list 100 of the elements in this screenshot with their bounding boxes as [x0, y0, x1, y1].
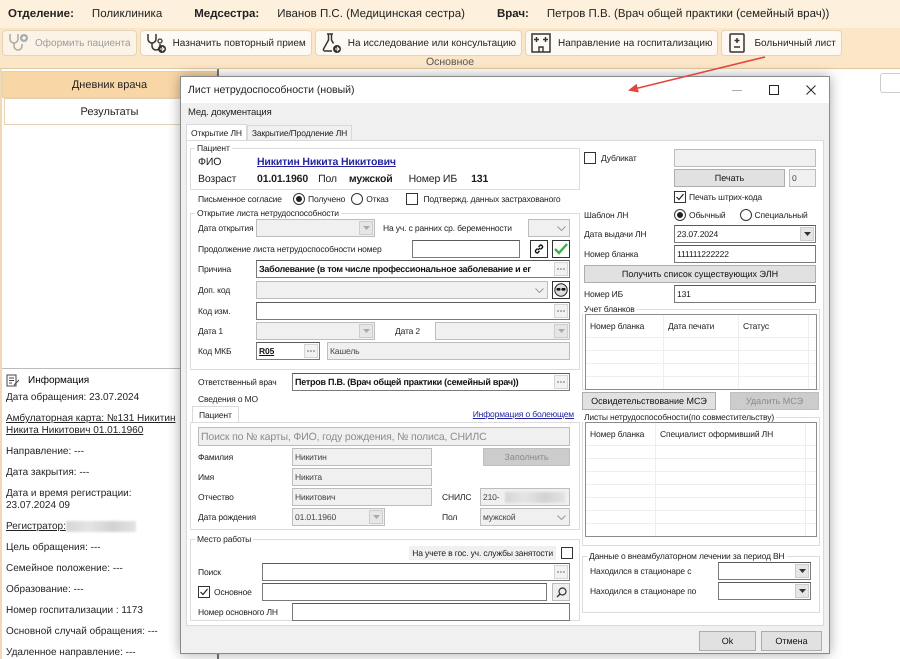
stethoscope-icon	[144, 32, 167, 54]
group-title: Учет бланков	[583, 304, 636, 314]
radio-button[interactable]	[351, 193, 364, 205]
text-field[interactable]	[412, 240, 520, 258]
lookup-field[interactable]: Заболевание (в том числе профессиональное заболевание и ег	[256, 260, 570, 278]
confirm-button[interactable]	[552, 240, 570, 258]
field-label: Имя	[198, 472, 214, 482]
column-header: Специалист оформивший ЛН	[660, 429, 774, 439]
search-button[interactable]	[552, 583, 570, 601]
lookup-field[interactable]: Петров П.В. (Врач общей практики (семейный врач))	[292, 373, 570, 391]
info-text: Основной случай обращения: ---	[6, 626, 158, 638]
combo-box[interactable]	[718, 582, 811, 600]
tab[interactable]: Открытие ЛН	[186, 124, 247, 140]
checkbox-label: Печать штрих-кода	[689, 192, 762, 202]
column-header: Номер бланка	[590, 321, 644, 331]
check-icon	[554, 242, 568, 254]
group-title: Данные о внеамбулаторном лечении за период ВН	[588, 551, 786, 561]
lookup-field[interactable]: R05	[256, 342, 320, 360]
dropdown-arrow-icon	[798, 589, 806, 593]
ok-button[interactable]: Ok	[699, 631, 756, 651]
cancel-button[interactable]: Отмена	[761, 631, 822, 651]
combo-box[interactable]: 23.07.2024	[674, 225, 816, 243]
input-field[interactable]	[880, 73, 900, 93]
radio-button[interactable]	[674, 209, 686, 221]
group-title: Место работы	[196, 534, 252, 544]
field-label: Доп. код	[198, 285, 230, 295]
get-list-button[interactable]: Получить список существующих ЭЛН	[584, 265, 816, 283]
group-label: Основное	[426, 56, 474, 68]
sex-value: мужской	[348, 172, 393, 184]
field-label: Номер бланка	[584, 249, 638, 259]
info-text: Дата обращения: 23.07.2024	[6, 392, 140, 403]
close-icon[interactable]	[806, 85, 816, 95]
tab[interactable]: Закрытие/Продление ЛН	[246, 125, 352, 140]
radio-label: Отказ	[366, 194, 388, 204]
field-label: Находился в стационаре с	[590, 566, 692, 576]
field-label: Номер основного ЛН	[198, 607, 278, 617]
combo-box[interactable]	[718, 562, 811, 580]
radio-label: Специальный	[754, 210, 808, 220]
radio-button[interactable]	[740, 209, 752, 221]
chevron-icon	[556, 226, 566, 230]
link[interactable]: Информация о болеющем	[472, 409, 574, 419]
info-text: Номер госпитализации : 1173	[6, 605, 143, 616]
toolbar-button[interactable]: Больничный лист	[721, 30, 842, 56]
checkbox-label: На учете в гос. уч. службы занятости	[409, 546, 556, 560]
link[interactable]: Регистратор:	[6, 521, 66, 532]
field-label: СНИЛС	[442, 492, 472, 502]
maximize-icon[interactable]	[768, 85, 778, 95]
radio-button[interactable]	[293, 193, 305, 205]
link-button[interactable]	[530, 240, 548, 258]
info-text: Направление: ---	[6, 446, 84, 457]
column-header: Номер бланка	[590, 429, 644, 439]
checkbox[interactable]	[561, 547, 573, 559]
exam-button[interactable]: Освидетельствование МСЭ	[582, 392, 716, 410]
patient-name-link[interactable]: Никитин Никита Никитович	[257, 156, 396, 168]
info-text: Дата и время регистрации: 23.07.2024 09	[6, 488, 132, 511]
checkbox[interactable]	[584, 152, 596, 164]
checkbox[interactable]	[674, 191, 686, 203]
field-label: Номер ИБ	[584, 289, 624, 299]
field-label: Код МКБ	[198, 346, 232, 356]
toolbar-button[interactable]: Назначить повторный прием	[140, 30, 312, 56]
field-label: Дата открытия	[198, 223, 254, 233]
column-header: Дата печати	[668, 321, 714, 331]
field-label: Дата 1	[198, 326, 224, 336]
print-button[interactable]: Печать	[674, 169, 785, 187]
checkbox[interactable]	[406, 193, 418, 205]
lookup-field[interactable]	[262, 563, 570, 581]
field-label: Находился в стационаре по	[590, 586, 696, 596]
toolbar-button[interactable]: На исследование или консультацию	[314, 30, 522, 56]
field-label: Пол	[318, 172, 337, 184]
info-text: Дата закрытия: ---	[6, 467, 90, 478]
section-label: Сведения о МО	[198, 394, 258, 404]
text-field[interactable]: 111111222222	[674, 245, 816, 263]
field-label: Дата 2	[395, 326, 420, 336]
group-title: Пациент	[196, 143, 231, 153]
glasses-button[interactable]	[552, 281, 570, 299]
field-label: ФИО	[198, 156, 222, 168]
flask-icon	[320, 32, 342, 54]
toolbar-button[interactable]: Направление на госпитализацию	[524, 30, 718, 56]
header-label: Медсестра:	[194, 8, 260, 20]
field-label: Поиск	[198, 567, 221, 577]
link-icon	[533, 242, 545, 254]
link[interactable]: Амбулаторная карта: №131 Никитин Никита Никитович 01.01.1960	[6, 413, 178, 437]
lookup-field[interactable]	[256, 302, 570, 320]
text-field[interactable]	[262, 583, 547, 601]
text-field[interactable]	[292, 603, 570, 621]
birth-date: 01.01.1960	[257, 172, 308, 184]
field-label: Пол	[442, 512, 458, 522]
group-title: Открытие листа нетрудоспособности	[196, 208, 340, 218]
tab[interactable]: Пациент	[192, 406, 239, 422]
column-header: Статус	[743, 321, 769, 331]
field-label: На уч. с ранних ср. беременности	[383, 223, 512, 233]
info-text: Цель обращения: ---	[6, 542, 101, 554]
header-label: Отделение:	[8, 8, 74, 20]
checkbox[interactable]	[198, 586, 210, 598]
info-text: Удаленное направление: ---	[6, 647, 136, 658]
dropdown-arrow-icon	[804, 232, 810, 236]
glasses-icon	[554, 283, 568, 297]
field-label: Код изм.	[198, 306, 230, 316]
field-label: Продолжение листа нетрудоспособности номер	[198, 244, 382, 254]
text-field[interactable]: 131	[674, 285, 816, 303]
